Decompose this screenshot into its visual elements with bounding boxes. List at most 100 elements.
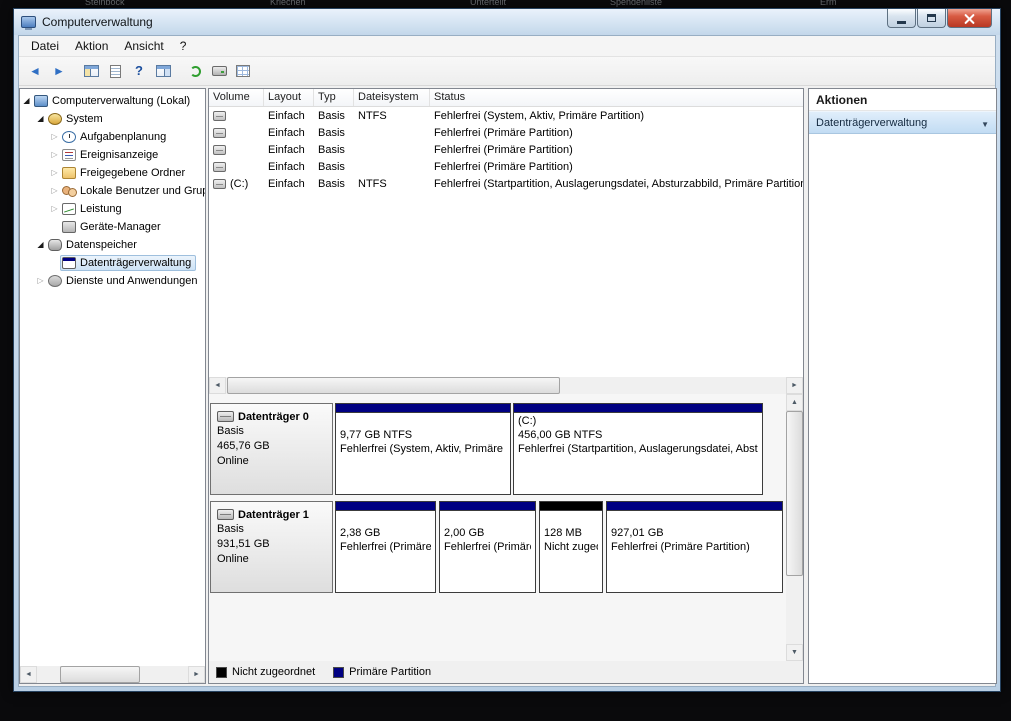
tree-item-label: Lokale Benutzer und Gruppen: [80, 185, 205, 197]
tree-item-system[interactable]: System: [20, 110, 205, 128]
action-item-datentraegerverwaltung[interactable]: Datenträgerverwaltung: [809, 111, 996, 134]
event-viewer-icon: [62, 149, 76, 161]
volume-dateisystem: NTFS: [358, 109, 387, 122]
partition-status: Fehlerfrei (Primäre Partition): [444, 541, 531, 553]
system-icon: [48, 113, 62, 125]
tree-item-ereignisanzeige[interactable]: Ereignisanzeige: [20, 146, 205, 164]
volume-row[interactable]: Einfach Basis Fehlerfrei (Primäre Partit…: [209, 124, 803, 141]
expander-icon[interactable]: [21, 92, 32, 110]
tree-item-dienste-anwendungen[interactable]: Dienste und Anwendungen: [20, 272, 205, 290]
disk-header[interactable]: Datenträger 1 Basis 931,51 GB Online: [210, 501, 333, 593]
export-list-icon: [109, 64, 121, 78]
services-icon: [48, 275, 62, 287]
rescan-disks-button[interactable]: [207, 60, 231, 83]
column-header-volume[interactable]: Volume: [209, 89, 264, 106]
scroll-left-button[interactable]: [20, 666, 37, 683]
disk-status: Online: [217, 455, 249, 467]
help-icon: [135, 62, 143, 80]
tree-item-computerverwaltung[interactable]: Computerverwaltung (Lokal): [20, 92, 205, 110]
expander-icon[interactable]: [35, 110, 46, 128]
volume-row-c[interactable]: (C:) Einfach Basis NTFS Fehlerfrei (Star…: [209, 175, 803, 192]
horizontal-scrollbar[interactable]: [209, 377, 803, 394]
forward-button[interactable]: [47, 60, 71, 83]
column-header-dateisystem[interactable]: Dateisystem: [354, 89, 430, 106]
vertical-scrollbar[interactable]: [786, 394, 803, 661]
expander-icon[interactable]: [49, 182, 60, 200]
partition-c[interactable]: (C:) 456,00 GB NTFS Fehlerfrei (Startpar…: [513, 403, 763, 495]
show-console-tree-button[interactable]: [79, 60, 103, 83]
minimize-button[interactable]: [887, 9, 916, 28]
partition-label: [544, 513, 598, 527]
expander-icon[interactable]: [35, 236, 46, 254]
close-button[interactable]: [947, 9, 992, 28]
help-button[interactable]: [127, 60, 151, 83]
volume-row[interactable]: Einfach Basis Fehlerfrei (Primäre Partit…: [209, 158, 803, 175]
tree-item-lokale-benutzer[interactable]: Lokale Benutzer und Gruppen: [20, 182, 205, 200]
scrollbar-thumb[interactable]: [60, 666, 140, 683]
column-header-typ[interactable]: Typ: [314, 89, 354, 106]
desktop-top-strip: Steinbock Kriechen Unterteilt Spendenlis…: [0, 0, 1011, 8]
scrollbar-thumb[interactable]: [227, 377, 560, 394]
tree-item-leistung[interactable]: Leistung: [20, 200, 205, 218]
view-options-button[interactable]: [231, 60, 255, 83]
column-header-status[interactable]: Status: [430, 89, 803, 106]
disk-size: 931,51 GB: [217, 538, 270, 550]
export-list-button[interactable]: [103, 60, 127, 83]
toolbar-separator: [71, 71, 79, 72]
expander-icon[interactable]: [49, 146, 60, 164]
menu-aktion[interactable]: Aktion: [67, 36, 116, 56]
partition[interactable]: 2,38 GB Fehlerfrei (Primäre Partition): [335, 501, 436, 593]
volume-status: Fehlerfrei (Primäre Partition): [434, 160, 573, 173]
volume-icon: [213, 178, 226, 189]
unallocated-space[interactable]: 128 MB Nicht zugeordnet: [539, 501, 603, 593]
scroll-up-button[interactable]: [786, 394, 803, 411]
menu-hilfe[interactable]: ?: [172, 36, 195, 56]
partition[interactable]: 9,77 GB NTFS Fehlerfrei (System, Aktiv, …: [335, 403, 511, 495]
expander-icon[interactable]: [49, 200, 60, 218]
chevron-down-icon[interactable]: [981, 114, 989, 132]
scroll-right-button[interactable]: [188, 666, 205, 683]
volume-layout: Einfach: [268, 109, 305, 122]
show-action-pane-button[interactable]: [151, 60, 175, 83]
disk-size: 465,76 GB: [217, 440, 270, 452]
app-icon: [21, 16, 36, 30]
console-tree-panel: Computerverwaltung (Lokal) System Aufgab…: [19, 88, 206, 684]
tree-horizontal-scrollbar[interactable]: [20, 666, 205, 683]
back-icon: [29, 62, 41, 80]
scroll-left-button[interactable]: [209, 377, 226, 394]
partition[interactable]: 927,01 GB Fehlerfrei (Primäre Partition): [606, 501, 783, 593]
volume-row[interactable]: Einfach Basis Fehlerfrei (Primäre Partit…: [209, 141, 803, 158]
forward-icon: [53, 62, 65, 80]
tree-item-datenspeicher[interactable]: Datenspeicher: [20, 236, 205, 254]
disk-header[interactable]: Datenträger 0 Basis 465,76 GB Online: [210, 403, 333, 495]
actions-panel: Aktionen Datenträgerverwaltung: [808, 88, 997, 684]
volume-name: (C:): [230, 177, 249, 190]
tree-item-datentraegerverwaltung[interactable]: Datenträgerverwaltung: [20, 254, 205, 272]
maximize-button[interactable]: [917, 9, 946, 28]
column-header-layout[interactable]: Layout: [264, 89, 314, 106]
volume-row[interactable]: Einfach Basis NTFS Fehlerfrei (System, A…: [209, 107, 803, 124]
back-button[interactable]: [23, 60, 47, 83]
partition-color-band: [336, 502, 435, 511]
scrollbar-thumb[interactable]: [786, 411, 803, 576]
device-manager-icon: [62, 221, 76, 233]
menu-datei[interactable]: Datei: [23, 36, 67, 56]
close-icon: [964, 13, 975, 24]
tree-item-aufgabenplanung[interactable]: Aufgabenplanung: [20, 128, 205, 146]
tree-item-freigegebene-ordner[interactable]: Freigegebene Ordner: [20, 164, 205, 182]
menu-ansicht[interactable]: Ansicht: [116, 36, 171, 56]
titlebar[interactable]: Computerverwaltung: [14, 9, 1000, 35]
expander-icon[interactable]: [49, 128, 60, 146]
expander-icon[interactable]: [35, 272, 46, 290]
scroll-right-button[interactable]: [786, 377, 803, 394]
tree-item-geraete-manager[interactable]: Geräte-Manager: [20, 218, 205, 236]
partition-size: 9,77 GB NTFS: [340, 429, 413, 441]
partition[interactable]: 2,00 GB Fehlerfrei (Primäre Partition): [439, 501, 536, 593]
tree-item-label: System: [66, 113, 103, 125]
tree-item-label: Aufgabenplanung: [80, 131, 167, 143]
refresh-button[interactable]: [183, 60, 207, 83]
console-tree-icon: [83, 65, 99, 77]
desktop-icon-label: Kriechen: [270, 0, 306, 7]
scroll-down-button[interactable]: [786, 644, 803, 661]
expander-icon[interactable]: [49, 164, 60, 182]
